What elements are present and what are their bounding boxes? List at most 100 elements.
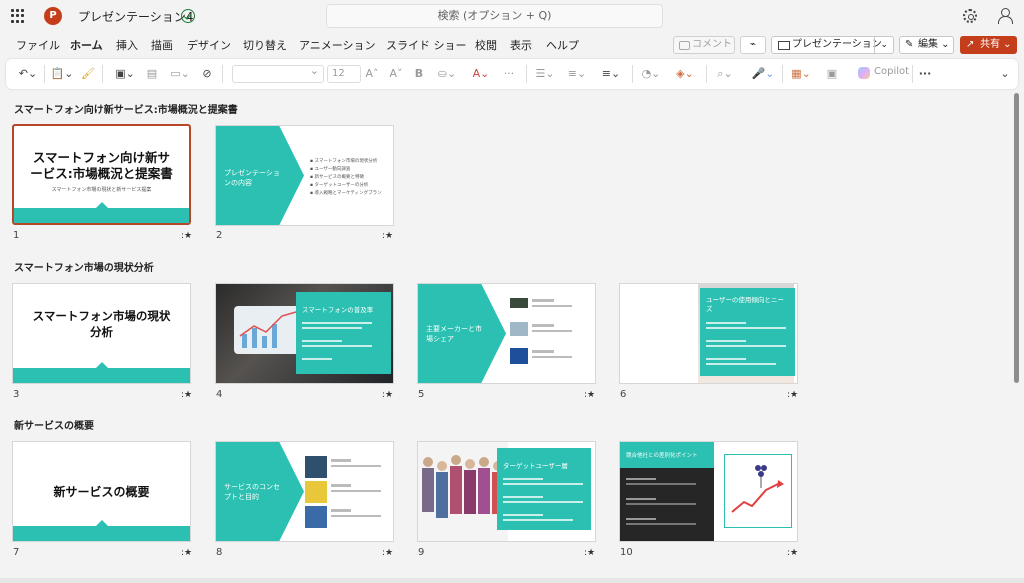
tab-slideshow[interactable]: スライド ショー [386,37,467,53]
slide-title: 新サービスの概要 [53,485,150,499]
slide-thumbnail[interactable]: ユーザーの使用傾向とニーズ [619,283,798,384]
paste-icon[interactable]: 📋⌄ [50,66,74,82]
bullet-item: ▪ 導入戦略とマーケティングプラン [310,191,382,196]
slide-thumbnail[interactable]: スマートフォン向け新サービス:市場概況と提案書 スマートフォン市場の現状と新サー… [12,124,191,225]
numbering-icon[interactable]: ≡⌄ [564,66,590,82]
hide-slide-icon[interactable]: ⊘ [199,66,215,82]
app-launcher-icon[interactable] [11,9,25,23]
star-icon[interactable]: :★ [787,390,798,400]
find-icon[interactable]: ⌕⌄ [712,66,738,82]
star-icon[interactable]: :★ [181,231,192,241]
slide-title: スマートフォン向け新サービス:市場概況と提案書 [30,150,173,181]
chevron-down-icon[interactable]: ⌄ [880,37,888,53]
slide-title: ターゲットユーザー層 [503,462,568,470]
share-button[interactable]: 共有 ⌄ [960,36,1017,54]
star-icon[interactable]: :★ [181,548,192,558]
bullets-icon[interactable]: ☰⌄ [532,66,558,82]
slide-thumbnail[interactable]: ターゲットユーザー層 [417,441,596,542]
designer-icon[interactable]: ▦⌄ [788,66,814,82]
star-icon[interactable]: :★ [787,548,798,558]
slide-number: 6 [620,389,627,400]
comment-button[interactable]: コメント [673,36,735,54]
present-label: プレゼンテーション [792,39,882,50]
content-card: ターゲットユーザー層 [497,448,591,530]
shape-fill-icon[interactable]: ◈⌄ [672,66,698,82]
tab-animations[interactable]: アニメーション [299,37,376,53]
star-icon[interactable]: :★ [584,390,595,400]
present-button[interactable]: プレゼンテーション ⌄ [771,36,894,54]
content-card: スマートフォンの普及率 [296,292,391,374]
bold-icon[interactable]: B [412,66,426,82]
font-family-select[interactable] [232,64,324,83]
star-icon[interactable]: :★ [584,548,595,558]
copilot-button[interactable]: Copilot [858,66,909,79]
shrink-font-icon[interactable]: A˅ [388,66,404,82]
vertical-scrollbar[interactable] [1014,93,1019,383]
slide-number: 9 [418,547,425,558]
edit-label: 編集 [918,39,938,50]
saved-status-icon[interactable] [181,9,195,23]
slide-subtitle: スマートフォン市場の現状と新サービス提案 [51,187,152,193]
search-box[interactable]: 検索 (オプション + Q) [326,4,663,28]
tab-help[interactable]: ヘルプ [546,37,579,53]
slide-title: 競合他社との差別化ポイント [626,453,698,459]
account-icon[interactable] [997,8,1013,24]
star-icon[interactable]: :★ [382,548,393,558]
powerpoint-logo: P [44,7,62,25]
star-icon[interactable]: :★ [181,390,192,400]
tab-insert[interactable]: 挿入 [116,37,138,53]
grow-font-icon[interactable]: A˄ [364,66,380,82]
ribbon-toolbar: ↶⌄ 📋⌄ 🖌 ▣⌄ ▤ ▭⌄ ⊘ 12 A˄ A˅ B ⛀⌄ A⌄ ··· ☰… [6,59,1018,89]
star-icon[interactable]: :★ [382,390,393,400]
slide-thumbnail[interactable]: スマートフォンの普及率 [215,283,394,384]
reuse-slide-icon[interactable]: ▤ [144,66,160,82]
align-icon[interactable]: ≡⌄ [597,66,625,82]
section-header[interactable]: 新サービスの概要 [14,417,94,432]
slide-number: 1 [13,230,20,241]
tab-transitions[interactable]: 切り替え [243,37,287,53]
slide-thumbnail[interactable]: 競合他社との差別化ポイント [619,441,798,542]
font-color-icon[interactable]: A⌄ [468,66,494,82]
highlight-icon[interactable]: ⛀⌄ [434,66,460,82]
layout-icon[interactable]: ▭⌄ [166,66,194,82]
undo-icon[interactable]: ↶⌄ [16,66,40,82]
slide-thumbnail[interactable]: スマートフォン市場の現状分析 [12,283,191,384]
expand-ribbon-icon[interactable]: ⌄ [998,66,1012,82]
accent-bar [14,202,189,223]
catch-up-button[interactable]: ⌁ [740,36,766,54]
tab-draw[interactable]: 描画 [151,37,173,53]
slide-number: 10 [620,547,633,558]
growth-arrow-image [724,454,792,528]
phones-image [510,298,528,308]
star-icon[interactable]: :★ [382,231,393,241]
section-header[interactable]: スマートフォン市場の現状分析 [14,259,154,274]
tab-home[interactable]: ホーム [70,37,103,53]
tab-design[interactable]: デザイン [187,37,231,53]
tab-review[interactable]: 校閲 [475,37,497,53]
format-painter-icon[interactable]: 🖌 [80,66,96,82]
dictate-icon[interactable]: 🎤⌄ [750,66,776,82]
tab-file[interactable]: ファイル [16,37,60,53]
status-bar [0,578,1024,583]
slide-title: スマートフォンの普及率 [302,306,374,314]
new-slide-icon[interactable]: ▣⌄ [110,66,140,82]
shapes-icon[interactable]: ◔⌄ [638,66,664,82]
slide-number: 5 [418,389,425,400]
share-label: 共有 [980,39,1000,50]
slide-thumbnail[interactable]: 新サービスの概要 [12,441,191,542]
slide-thumbnail[interactable]: プレゼンテーションの内容 ▪ スマートフォン市場の現状分析 ▪ ユーザー動向調査… [215,125,394,226]
slide-number: 8 [216,547,223,558]
content-card: ユーザーの使用傾向とニーズ [700,288,795,376]
slide-title: スマートフォン市場の現状分析 [32,309,171,339]
font-size-select[interactable]: 12 [327,65,361,83]
settings-gear-icon[interactable] [963,9,977,23]
slide-thumbnail[interactable]: 主要メーカーと市場シェア [417,283,596,384]
more-options-icon[interactable]: ··· [916,66,934,82]
add-in-icon[interactable]: ▣ [824,66,840,82]
document-title[interactable]: プレゼンテーション4 [78,8,193,25]
edit-mode-button[interactable]: 編集 ⌄ [899,36,954,54]
tab-view[interactable]: 表示 [510,37,532,53]
section-header[interactable]: スマートフォン向け新サービス:市場概況と提案書 [14,101,238,116]
slide-thumbnail[interactable]: サービスのコンセプトと目的 [215,441,394,542]
more-font-icon[interactable]: ··· [500,66,518,82]
